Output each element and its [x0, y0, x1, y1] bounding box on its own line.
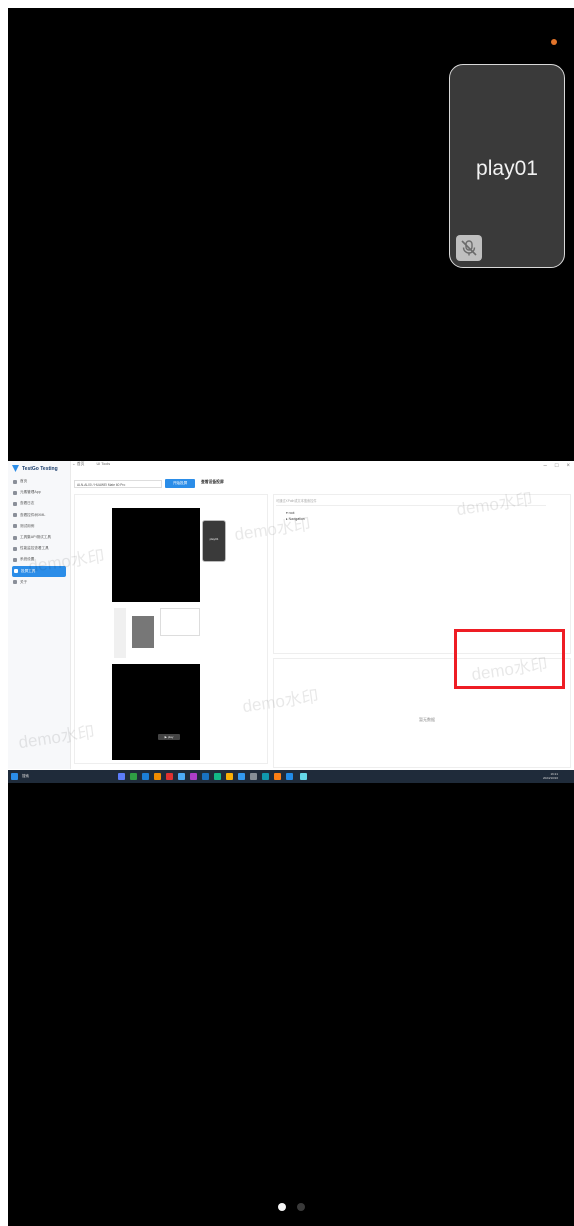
floating-window-label: play01 — [476, 157, 538, 180]
app-icon[interactable] — [238, 773, 245, 780]
brand-logo-icon — [12, 465, 19, 472]
app-icon[interactable] — [300, 773, 307, 780]
cast-preview-screen: play01 ▶ play — [112, 508, 226, 760]
taskbar-clock: 16:21 2024/10/16 — [543, 772, 558, 781]
tab-home[interactable]: ← 首页 — [72, 462, 84, 471]
app-icon[interactable] — [274, 773, 281, 780]
home-icon — [13, 479, 17, 484]
window-controls: – □ × — [544, 463, 570, 469]
user-icon — [13, 490, 17, 495]
close-icon[interactable]: × — [566, 463, 570, 469]
brand-name: TestGo Testing — [22, 465, 58, 472]
sidebar-item[interactable]: 查看控件树XML — [8, 510, 70, 521]
app-icon[interactable] — [154, 773, 161, 780]
mini-floating-card: play01 — [202, 520, 226, 562]
page-dot[interactable] — [297, 1203, 305, 1211]
cast-icon — [14, 569, 18, 574]
view-cast-link[interactable]: 查看设备投屏 — [201, 480, 224, 485]
start-icon[interactable] — [11, 773, 18, 780]
sidebar-item[interactable]: 元素管理App — [8, 487, 70, 498]
tree-icon — [13, 513, 17, 518]
sidebar-item[interactable]: 工具集API测试工具 — [8, 532, 70, 543]
sidebar-item-label: 查看控件树XML — [20, 512, 46, 517]
highlight-box — [454, 629, 565, 689]
mini-card-label: play01 — [209, 537, 219, 541]
minimize-icon[interactable]: – — [544, 463, 547, 469]
sidebar-item-label: 查看日志 — [20, 501, 35, 506]
sidebar-item[interactable]: 关于 — [8, 577, 70, 588]
clock-date: 2024/10/16 — [542, 776, 558, 781]
mini-desktop — [112, 602, 200, 664]
case-icon — [13, 524, 17, 529]
monitor-icon — [13, 546, 17, 551]
app-tabs: ← 首页 UI Tools — [72, 462, 110, 471]
sidebar-item-label: 测试用例 — [20, 523, 35, 528]
app-icon[interactable] — [118, 773, 125, 780]
sidebar-item[interactable]: 首页 — [8, 476, 70, 487]
app-icon[interactable] — [214, 773, 221, 780]
tool-icon — [13, 535, 17, 540]
windows-taskbar: 搜索 16:21 2024/10/16 — [8, 770, 574, 783]
app-icon[interactable] — [262, 773, 269, 780]
info-icon — [13, 580, 17, 585]
device-select[interactable]: ALN-AL00 / HUAWEI Mate 60 Pro — [74, 480, 162, 488]
sidebar-item[interactable]: 查看日志 — [8, 498, 70, 509]
sidebar-item-label: 元素管理App — [20, 490, 41, 495]
app-brand: TestGo Testing — [12, 465, 58, 472]
embedded-desktop-screenshot: TestGo Testing 首页 元素管理App 查看日志 查看控件树XML … — [8, 461, 574, 783]
app-icon[interactable] — [250, 773, 257, 780]
tab-ui-tools[interactable]: UI Tools — [96, 462, 110, 471]
settings-icon — [13, 557, 17, 562]
sidebar-item-label: 首页 — [20, 479, 28, 484]
page-indicator — [278, 1203, 305, 1211]
app-icon[interactable] — [202, 773, 209, 780]
folder-icon[interactable] — [226, 773, 233, 780]
start-cast-button[interactable]: 开始投屏 — [165, 479, 195, 488]
app-icon[interactable] — [130, 773, 137, 780]
taskbar-search[interactable]: 搜索 — [22, 773, 40, 780]
phone-screen: play01 TestGo Testing 首页 元素管理App 查看日志 查看… — [8, 8, 574, 1226]
empty-state-text: 暂无数据 — [419, 717, 435, 722]
app-icon[interactable] — [178, 773, 185, 780]
status-indicator-dot — [551, 39, 557, 45]
app-icon[interactable] — [190, 773, 197, 780]
maximize-icon[interactable]: □ — [555, 463, 559, 469]
app-icon[interactable] — [286, 773, 293, 780]
mini-play-button: ▶ play — [158, 734, 180, 740]
floating-window-card[interactable]: play01 — [449, 64, 565, 268]
browser-icon[interactable] — [142, 773, 149, 780]
sidebar-item-label: 关于 — [20, 579, 28, 584]
app-icon[interactable] — [166, 773, 173, 780]
log-icon — [13, 501, 17, 506]
page-dot-active[interactable] — [278, 1203, 286, 1211]
sidebar-item[interactable]: 测试用例 — [8, 521, 70, 532]
mic-muted-icon[interactable] — [456, 235, 482, 261]
sidebar-item-label: 工具集API测试工具 — [20, 535, 51, 540]
